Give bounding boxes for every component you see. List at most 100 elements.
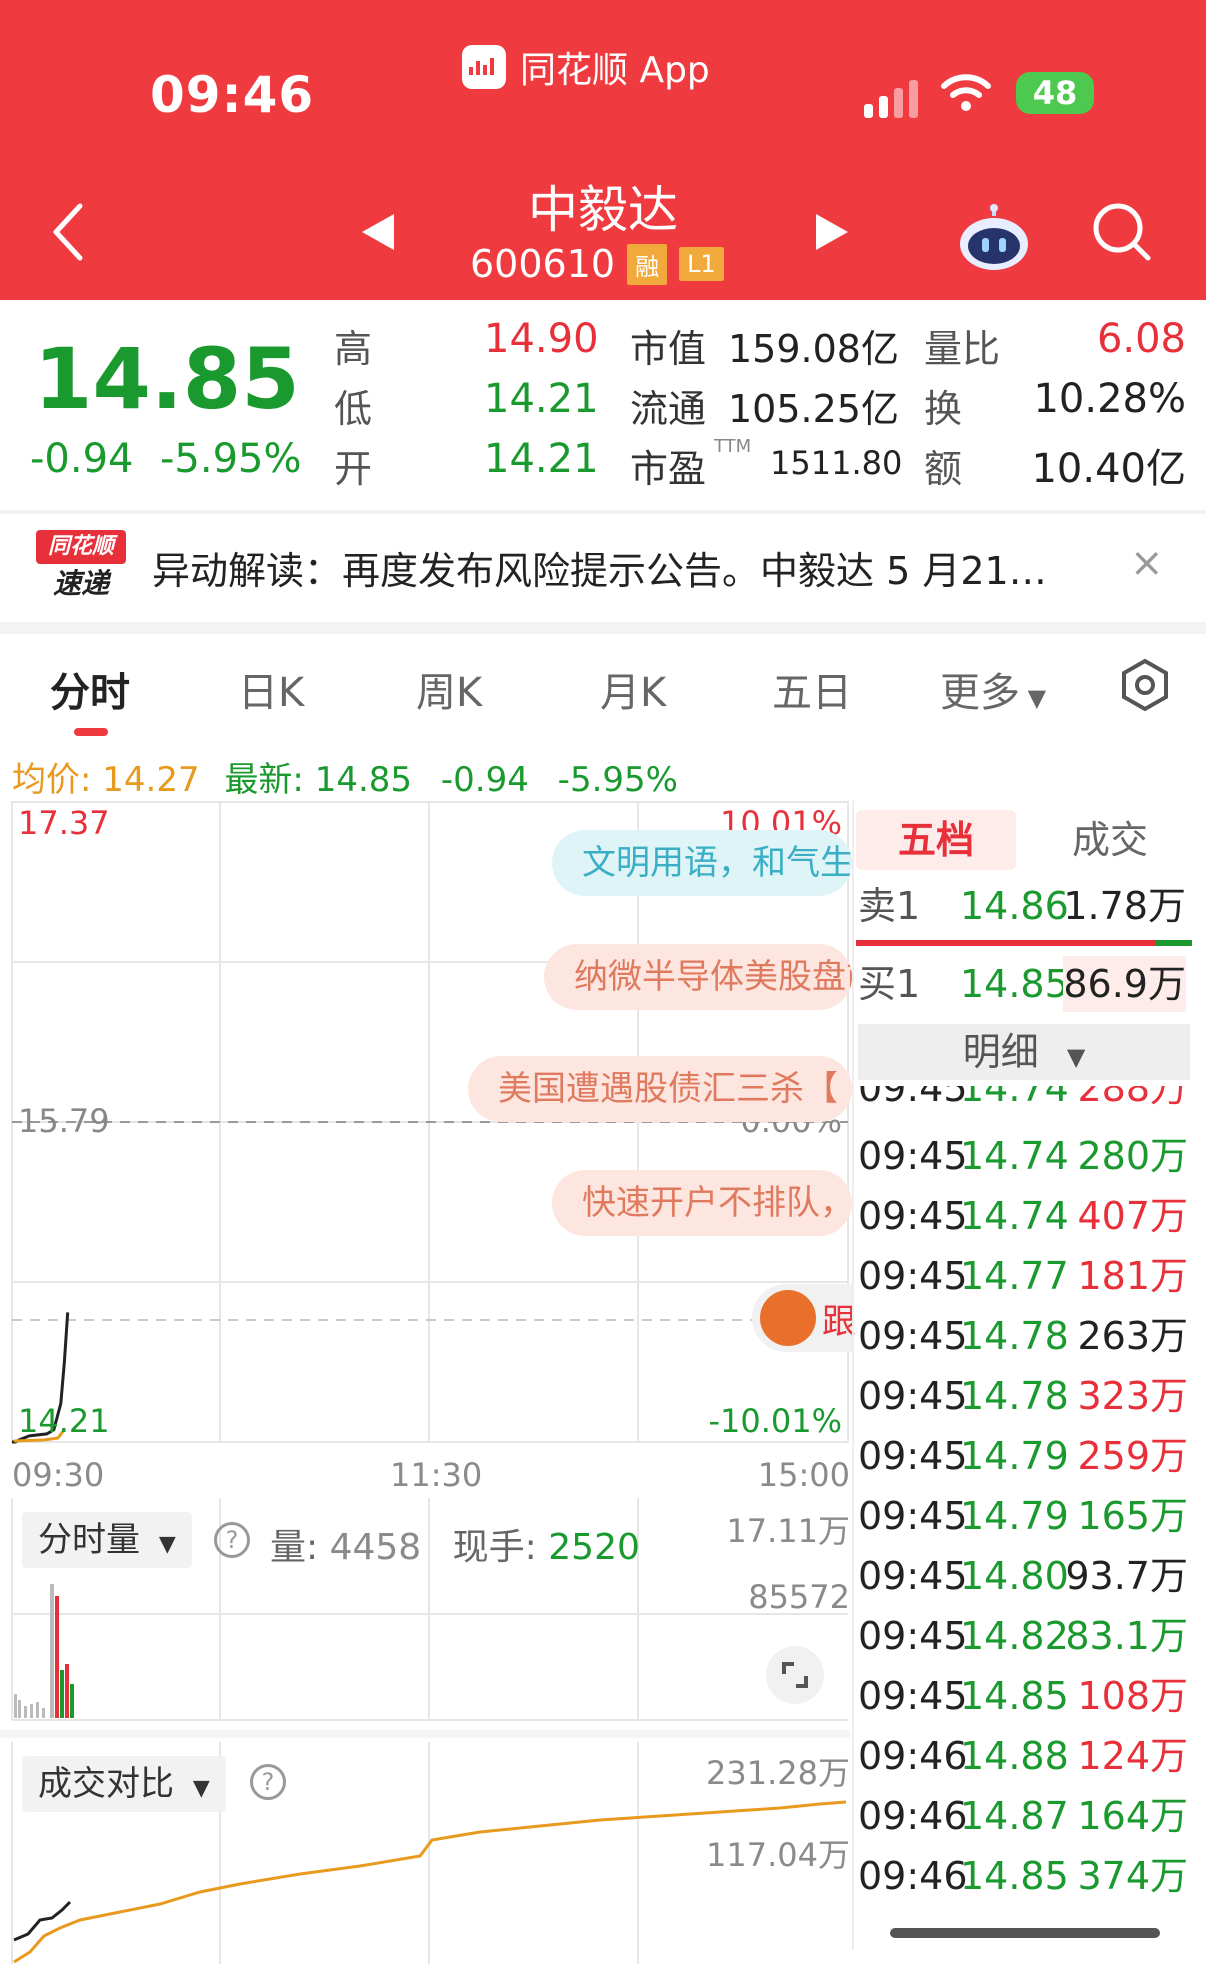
chat-bubble[interactable]: 快速开户不排队， [552, 1170, 852, 1236]
trade-row: 09:45 14.79 259万 [856, 1426, 1192, 1486]
buy-1-label: 买1 [858, 962, 921, 1006]
trade-time: 09:45 [858, 1194, 968, 1238]
search-icon[interactable] [1090, 200, 1154, 268]
compare-selector[interactable]: 成交对比 ▼ [22, 1756, 226, 1812]
app-name: 同花顺 App [520, 50, 710, 91]
trade-row: 09:46 14.88 124万 [856, 1726, 1192, 1786]
news-logo: 同花顺 速递 [36, 530, 126, 606]
tab-five-day[interactable]: 五日 [772, 660, 852, 718]
open-label: 开 [334, 447, 373, 491]
tab-monthly-k[interactable]: 月K [600, 660, 666, 718]
trade-volume: 124万 [1077, 1734, 1188, 1778]
volume-y-top: 17.11万 [726, 1512, 850, 1550]
sell-1-price: 14.86 [960, 884, 1069, 928]
help-icon[interactable]: ? [214, 1522, 250, 1558]
app-logo-icon [462, 45, 506, 89]
hand-label: 现手: [452, 1527, 537, 1568]
app-name-pill: 同花顺 App [462, 42, 710, 92]
trade-price: 14.80 [960, 1554, 1069, 1598]
y-axis-top-left: 17.37 [18, 804, 110, 842]
sell-1-volume: 1.78万 [1063, 884, 1186, 928]
assistant-robot-icon[interactable] [956, 204, 1032, 276]
trade-time: 09:46 [858, 1794, 968, 1838]
trade-time: 09:46 [858, 1854, 968, 1898]
trade-volume: 280万 [1077, 1134, 1188, 1178]
pe-label: 市盈 [630, 447, 707, 491]
mktcap-label: 市值 [630, 327, 707, 371]
trade-time: 09:45 [858, 1434, 968, 1478]
trade-price: 14.79 [960, 1434, 1069, 1478]
stock-code: 600610 [470, 242, 616, 286]
trade-price: 14.79 [960, 1494, 1069, 1538]
tab-daily-k[interactable]: 日K [238, 660, 304, 718]
price-change-pct: -5.95% [160, 436, 302, 482]
trade-row: 09:45 14.80 93.7万 [856, 1546, 1192, 1606]
trade-price: 14.88 [960, 1734, 1069, 1778]
news-logo-top: 同花顺 [36, 530, 126, 564]
tab-weekly-k[interactable]: 周K [416, 660, 482, 718]
volume-readout: 量: 4458 现手: 2520 [270, 1518, 640, 1570]
detail-label: 明细 [962, 1030, 1039, 1074]
price-change: -0.94 [30, 436, 134, 482]
bubble-text: 快速开户不排队， [582, 1183, 852, 1223]
trade-price: 14.87 [960, 1794, 1069, 1838]
settings-hexagon-icon[interactable] [1118, 658, 1172, 716]
y-axis-bottom-left: 14.21 [18, 1402, 110, 1440]
tab-deals[interactable]: 成交 [1030, 810, 1190, 870]
news-close-button[interactable]: × [1130, 540, 1164, 586]
sell-1-row: 卖1 14.86 1.78万 [856, 878, 1192, 934]
trade-volume: 374万 [1077, 1854, 1188, 1898]
compare-line-prev [13, 1900, 72, 1942]
trade-price: 14.74 [960, 1134, 1069, 1178]
turnover-value: 10.28% [1033, 376, 1186, 422]
chart-grid [11, 801, 849, 1443]
low-value: 14.21 [484, 376, 599, 422]
trade-time: 09:45 [858, 1554, 968, 1598]
amount-label: 额 [924, 447, 963, 491]
follow-bubble[interactable]: 跟 [752, 1284, 856, 1352]
vol-ratio-label: 量比 [924, 327, 1001, 371]
battery-icon: 48 [1016, 72, 1094, 114]
tab-five-levels[interactable]: 五档 [856, 810, 1016, 870]
x-axis-mid: 11:30 [390, 1456, 483, 1494]
detail-dropdown[interactable]: 明细 ▼ [858, 1024, 1190, 1080]
battery-level: 48 [1032, 74, 1078, 112]
trade-row: 09:45 14.78 263万 [856, 1306, 1192, 1366]
section-gap [0, 622, 1206, 634]
tab-intraday[interactable]: 分时 [50, 660, 130, 718]
help-icon[interactable]: ? [250, 1764, 286, 1800]
compare-y-mid: 117.04万 [706, 1836, 850, 1874]
home-indicator [890, 1928, 1160, 1938]
wifi-icon [940, 72, 992, 116]
buy-1-row: 买1 14.85 86.9万 [856, 956, 1192, 1012]
trade-time: 09:45 [858, 1254, 968, 1298]
high-value: 14.90 [484, 316, 599, 362]
trade-row: 09:45 14.78 323万 [856, 1366, 1192, 1426]
trade-volume: 165万 [1077, 1494, 1188, 1538]
compare-y-top: 231.28万 [706, 1754, 850, 1792]
news-text[interactable]: 异动解读：再度发布风险提示公告。中毅达 5 月21… [152, 540, 1047, 595]
volume-value: 4458 [329, 1527, 422, 1568]
tab-more[interactable]: 更多 ▼ [940, 660, 1046, 718]
follow-text: 跟 [822, 1302, 856, 1342]
trade-volume: 181万 [1077, 1254, 1188, 1298]
chat-bubble[interactable]: 纳微半导体美股盘前 [544, 944, 852, 1010]
trade-row: 09:45 14.77 181万 [856, 1246, 1192, 1306]
volume-selector-label: 分时量 [38, 1520, 140, 1560]
hand-value: 2520 [548, 1527, 640, 1568]
volume-selector[interactable]: 分时量 ▼ [22, 1512, 192, 1568]
trade-volume: 108万 [1077, 1674, 1188, 1718]
chat-bubble[interactable]: 文明用语，和气生财 [552, 830, 852, 896]
trade-row: 09:45 14.82 83.1万 [856, 1606, 1192, 1666]
sell-1-label: 卖1 [858, 884, 921, 928]
volume-y-mid: 85572 [748, 1578, 850, 1616]
chat-bubble[interactable]: 美国遭遇股债汇三杀【 [468, 1056, 852, 1122]
news-logo-bottom: 速递 [52, 567, 109, 600]
trade-volume: 164万 [1077, 1794, 1188, 1838]
stock-code-row: 600610 融 L1 [470, 242, 724, 286]
bubble-text: 文明用语，和气生财 [582, 843, 852, 883]
expand-icon[interactable] [766, 1646, 824, 1704]
buy-1-price: 14.85 [960, 962, 1069, 1006]
float-label: 流通 [630, 387, 707, 431]
trade-row: 09:45 14.74 407万 [856, 1186, 1192, 1246]
